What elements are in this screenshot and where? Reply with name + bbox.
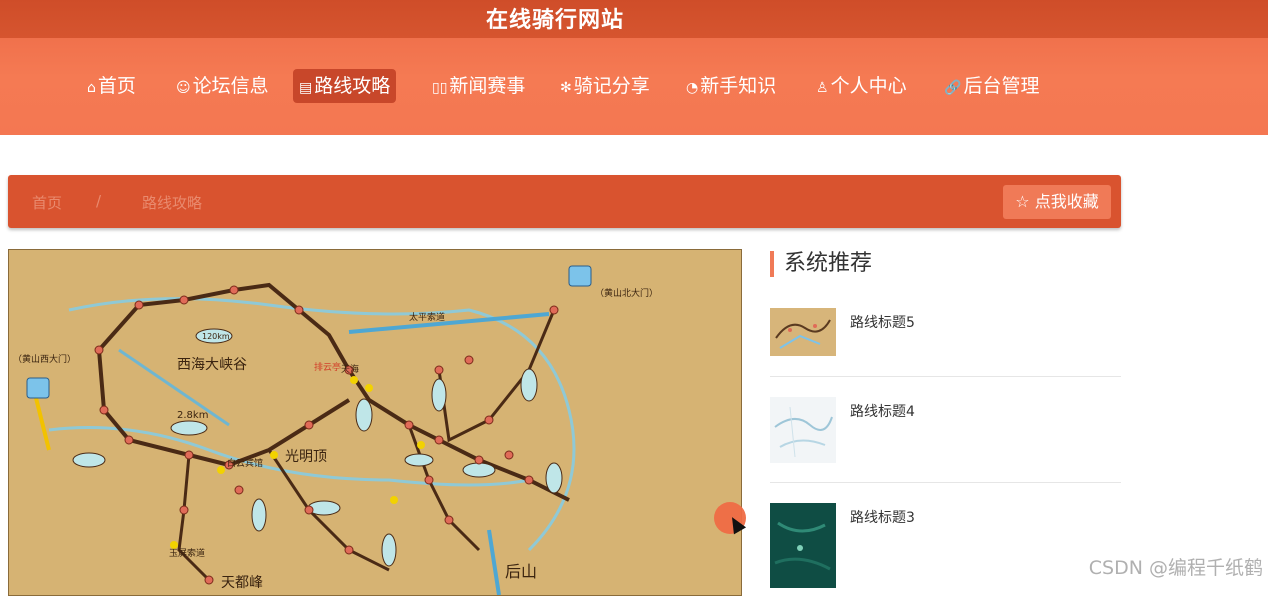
forum-icon: ☺	[176, 80, 191, 96]
divider	[770, 482, 1121, 483]
map-label-paiyun: 排云亭	[314, 363, 342, 373]
home-icon: ⌂	[87, 80, 96, 96]
map-label-distance: 2.8km	[177, 410, 209, 421]
recommend-thumbnail[interactable]	[770, 503, 836, 588]
favorite-button-label: 点我收藏	[1034, 192, 1099, 211]
map-label-tiandu: 天都峰	[221, 575, 263, 591]
nav-item-share[interactable]: ✻ 骑记分享	[554, 69, 656, 103]
nav-item-label: 后台管理	[963, 75, 1040, 97]
user-icon: ♙	[816, 80, 829, 96]
map-label-west-canyon: 西海大峡谷	[177, 357, 247, 373]
map-label-distance: 120km	[202, 332, 230, 341]
site-header-bar: 在线骑行网站	[0, 0, 1268, 38]
nav-item-label: 新手知识	[700, 75, 777, 97]
recommend-item-title[interactable]: 路线标题3	[850, 507, 915, 527]
news-icon: ▯▯	[432, 80, 448, 96]
recommend-thumbnail[interactable]	[770, 308, 836, 356]
route-map-drawing	[26, 265, 592, 595]
nav-item-profile[interactable]: ♙ 个人中心	[810, 69, 913, 103]
clock-icon: ◔	[686, 80, 699, 96]
recommend-title: 系统推荐	[770, 251, 872, 277]
nav-item-guide[interactable]: ◔ 新手知识	[680, 69, 782, 103]
watermark: CSDN @编程千纸鹤	[1088, 557, 1263, 579]
map-label-guangming: 光明顶	[285, 449, 327, 465]
route-icon: ▤	[299, 80, 313, 96]
route-map-image: 西海大峡谷 光明顶 天都峰 后山 太平索道 玉屏索道 排云亭 天海 白云宾馆 （…	[8, 249, 742, 596]
breadcrumb-current: 路线攻略	[142, 194, 203, 212]
share-icon: ✻	[560, 80, 572, 96]
divider	[770, 376, 1121, 377]
nav-item-label: 骑记分享	[573, 75, 650, 97]
nav-item-label: 新闻赛事	[449, 75, 526, 97]
nav-item-routes[interactable]: ▤ 路线攻略	[293, 69, 397, 103]
nav-item-home[interactable]: ⌂ 首页	[81, 69, 142, 103]
nav-item-news[interactable]: ▯▯ 新闻赛事	[426, 69, 531, 103]
recommend-item-title[interactable]: 路线标题5	[850, 312, 915, 332]
nav-item-admin[interactable]: 🔗 后台管理	[938, 69, 1045, 103]
recommend-thumbnail[interactable]	[770, 397, 836, 463]
nav-item-label: 个人中心	[830, 75, 907, 97]
breadcrumb: 首页 / 路线攻略 ☆ 点我收藏	[8, 175, 1121, 228]
map-label-yuping: 玉屏索道	[169, 549, 206, 559]
nav-item-forum[interactable]: ☺ 论坛信息	[170, 69, 275, 103]
link-icon: 🔗	[944, 80, 962, 96]
nav-item-label: 首页	[97, 75, 136, 97]
map-label-taiping: 太平索道	[409, 313, 446, 323]
map-label-west-gate: （黄山西大门）	[13, 355, 77, 365]
favorite-button[interactable]: ☆ 点我收藏	[1003, 185, 1111, 219]
map-label-baiyun: 白云宾馆	[227, 459, 264, 469]
map-label-houshan: 后山	[505, 562, 538, 581]
site-title: 在线骑行网站	[485, 8, 624, 33]
map-label-north-gate: （黄山北大门）	[595, 289, 659, 299]
nav-item-label: 路线攻略	[314, 75, 391, 97]
main-nav: ⌂ 首页 ☺ 论坛信息 ▤ 路线攻略 ▯▯ 新闻赛事 ✻ 骑记分享 ◔ 新手知识 ♙ 个人中心…	[0, 38, 1268, 135]
recommend-item-title[interactable]: 路线标题4	[850, 401, 915, 421]
breadcrumb-separator: /	[96, 192, 102, 210]
nav-item-label: 论坛信息	[192, 75, 269, 97]
star-icon: ☆	[1015, 192, 1030, 211]
breadcrumb-home-link[interactable]: 首页	[32, 192, 62, 213]
map-label-tianhai: 天海	[341, 365, 360, 375]
